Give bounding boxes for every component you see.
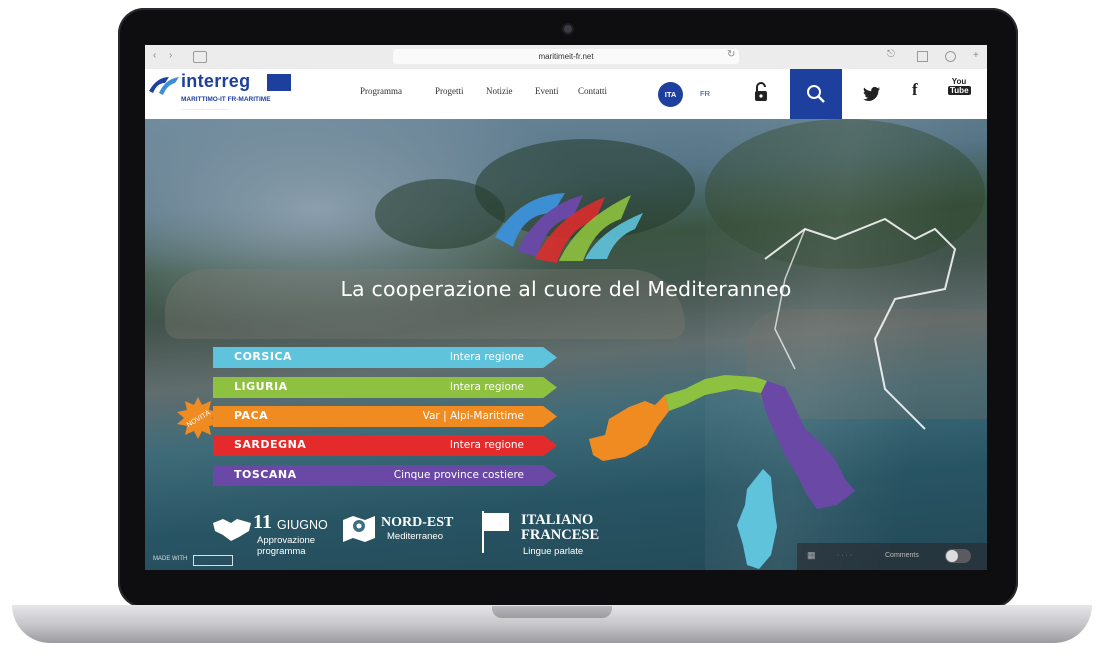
browser-toolbar: ‹ › maritimeit-fr.net ↻ ⎋ + [145, 45, 987, 70]
date-month: GIUGNO [277, 518, 328, 532]
map-paca[interactable] [589, 395, 669, 461]
comments-toggle[interactable] [945, 549, 971, 563]
region-bar-corsica[interactable]: CORSICA Intera regione [213, 347, 557, 368]
languages-line2: FRANCESE [521, 527, 600, 543]
forward-icon[interactable]: › [169, 50, 172, 62]
map-toscana[interactable] [761, 381, 855, 509]
nav-contatti[interactable]: Contatti [578, 86, 607, 96]
download-icon[interactable] [945, 51, 956, 62]
region-area: Intera regione [449, 351, 524, 363]
site-header: interreg MARITTIMO-IT FR-MARITIME ······… [145, 69, 987, 119]
area-subtitle: Mediterraneo [387, 531, 443, 542]
prototype-toolbar: ▦ · · · · Comments [797, 543, 987, 570]
map-liguria[interactable] [665, 375, 767, 411]
laptop-notch [492, 606, 612, 618]
nav-eventi[interactable]: Eventi [535, 86, 559, 96]
reload-icon[interactable]: ↻ [727, 49, 735, 61]
region-name: CORSICA [234, 350, 292, 363]
region-name: TOSCANA [234, 468, 297, 481]
flag-icon [482, 511, 509, 553]
region-area: Intera regione [449, 439, 524, 451]
unlock-icon[interactable] [753, 82, 769, 102]
search-icon [807, 85, 825, 103]
lang-ita-button[interactable]: ITA [658, 82, 683, 107]
map-corsica[interactable] [737, 469, 777, 569]
camera-icon [564, 25, 572, 33]
regions-map [589, 375, 855, 569]
programme-logo-icon [495, 193, 643, 263]
facebook-icon[interactable]: f [912, 80, 918, 100]
region-bar-toscana[interactable]: TOSCANA Cinque province costiere [213, 465, 557, 486]
languages-subtitle: Lingue parlate [523, 546, 584, 557]
date-desc-line2: programma [257, 546, 306, 557]
region-bar-paca[interactable]: PACA Var | Alpi-Marittime [213, 406, 557, 427]
back-icon[interactable]: ‹ [153, 50, 156, 62]
share-icon[interactable]: ⎋ [887, 49, 895, 61]
made-with-label[interactable]: MADE WITH [153, 556, 187, 562]
region-bar-liguria[interactable]: LIGURIA Intera regione [213, 377, 557, 398]
invision-logo[interactable] [193, 555, 233, 566]
handshake-icon [213, 519, 251, 541]
tabs-icon[interactable] [917, 51, 928, 62]
eu-flag-icon [267, 74, 291, 91]
comments-label[interactable]: Comments [885, 552, 919, 559]
hero-banner: La cooperazione al cuore del Mediteranne… [145, 119, 987, 570]
region-area: Var | Alpi-Marittime [422, 410, 524, 422]
new-tab-icon[interactable]: + [973, 50, 979, 62]
date-desc-line1: Approvazione [257, 535, 316, 546]
logo-subtitle: MARITTIMO-IT FR-MARITIME [181, 96, 271, 103]
pager-dots: · · · · [837, 552, 853, 559]
lang-fr-button[interactable]: FR [700, 89, 710, 98]
region-area: Intera regione [449, 381, 524, 393]
grid-icon[interactable]: ▦ [807, 550, 816, 561]
nav-programma[interactable]: Programma [360, 86, 402, 96]
map-pin-icon [343, 516, 375, 542]
interreg-logo[interactable]: interreg MARITTIMO-IT FR-MARITIME ······… [145, 69, 305, 119]
region-area: Cinque province costiere [393, 469, 524, 481]
region-name: LIGURIA [234, 380, 288, 393]
nav-progetti[interactable]: Progetti [435, 86, 464, 96]
youtube-icon[interactable]: You Tube [948, 77, 971, 95]
hero-headline: La cooperazione al cuore del Mediteranne… [340, 277, 792, 301]
novita-badge: NOVITÀ [177, 397, 219, 439]
region-name: SARDEGNA [234, 438, 307, 451]
interreg-swoosh-icon [149, 77, 179, 95]
date-day: 11 [253, 511, 272, 533]
search-button[interactable] [790, 69, 842, 119]
logo-tagline: ········································… [181, 108, 229, 112]
nav-notizie[interactable]: Notizie [486, 86, 513, 96]
region-bar-sardegna[interactable]: SARDEGNA Intera regione [213, 435, 557, 456]
twitter-icon[interactable] [863, 86, 881, 102]
region-name: PACA [234, 409, 269, 422]
address-bar[interactable]: maritimeit-fr.net [393, 49, 739, 64]
logo-title: interreg [181, 71, 251, 91]
screen: ‹ › maritimeit-fr.net ↻ ⎋ + interreg MAR… [145, 45, 987, 570]
area-title: NORD-EST [381, 515, 454, 530]
sidebar-icon[interactable] [193, 51, 207, 63]
